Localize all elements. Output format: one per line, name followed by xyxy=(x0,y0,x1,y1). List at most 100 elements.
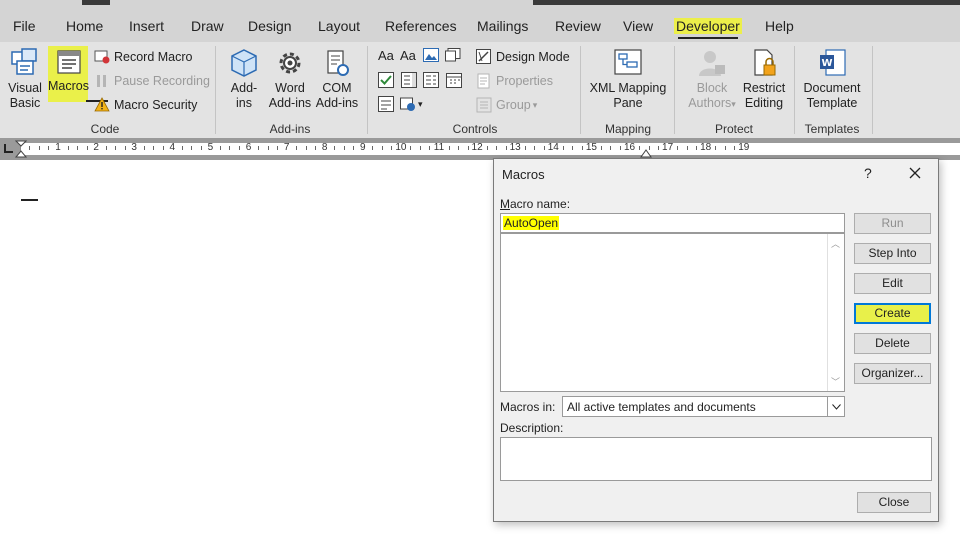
macros-in-label: Macros in: xyxy=(500,400,556,414)
xml-mapping-label: XML Mapping Pane xyxy=(589,81,667,110)
ribbon-developer: Visual Basic Macros Record Macro Pause R… xyxy=(0,42,960,138)
date-picker-button[interactable] xyxy=(446,72,462,88)
lock-icon xyxy=(754,49,776,76)
tab-mailings[interactable]: Mailings xyxy=(475,18,530,34)
macros-button[interactable]: Macros xyxy=(48,46,89,102)
rich-text-control-button[interactable]: Aa xyxy=(378,48,394,63)
restrict-editing-button[interactable]: Restrict Editing xyxy=(741,48,787,111)
tab-layout[interactable]: Layout xyxy=(316,18,362,34)
step-into-button[interactable]: Step Into xyxy=(854,243,931,264)
block-authors-label: Block Authors▾ xyxy=(688,81,736,110)
run-button[interactable]: Run xyxy=(854,213,931,234)
horizontal-ruler[interactable]: 1 2 3 4 5 6 7 8 9 10 11 12 13 14 15 16 17 18 19 xyxy=(0,138,960,160)
legacy-tools-button[interactable]: ▾ xyxy=(400,96,423,112)
edit-button[interactable]: Edit xyxy=(854,273,931,294)
legacy-tools-icon xyxy=(400,97,415,111)
ruler-tick xyxy=(38,146,40,150)
ruler-tick xyxy=(381,146,383,150)
ruler-tick xyxy=(343,146,345,150)
chevron-down-icon: ▾ xyxy=(418,98,423,109)
ruler-number: 11 xyxy=(433,142,445,153)
create-button[interactable]: Create xyxy=(854,303,931,324)
macro-name-accel: M xyxy=(500,197,510,211)
ruler-number: 15 xyxy=(585,142,597,153)
xml-mapping-pane-button[interactable]: XML Mapping Pane xyxy=(586,48,670,111)
chevron-down-icon[interactable] xyxy=(827,397,844,416)
ruler-number: 18 xyxy=(700,142,712,153)
ruler-tick xyxy=(639,146,641,150)
record-macro-button[interactable]: Record Macro xyxy=(94,49,193,65)
dropdown-list-icon xyxy=(423,72,439,88)
properties-button[interactable]: Properties xyxy=(476,73,553,89)
ruler-tick xyxy=(734,146,736,150)
tab-draw[interactable]: Draw xyxy=(189,18,226,34)
ruler-tick xyxy=(448,146,450,150)
tab-help[interactable]: Help xyxy=(763,18,796,34)
group-separator xyxy=(794,46,795,134)
record-macro-icon xyxy=(94,50,110,64)
scroll-up-icon[interactable]: ︿ xyxy=(831,237,840,250)
group-label-code: Code xyxy=(90,122,120,136)
ruler-tick xyxy=(238,146,240,150)
design-mode-icon xyxy=(476,49,491,64)
repeating-section-button[interactable] xyxy=(378,96,394,112)
scroll-down-icon[interactable]: ﹀ xyxy=(831,375,840,388)
word-addins-button[interactable]: Word Add-ins xyxy=(266,48,314,111)
dropdown-list-button[interactable] xyxy=(423,72,439,88)
pause-recording-button[interactable]: Pause Recording xyxy=(94,73,210,89)
document-template-button[interactable]: W Document Template xyxy=(800,48,864,111)
plain-text-control-button[interactable]: Aa xyxy=(400,48,416,63)
delete-button[interactable]: Delete xyxy=(854,333,931,354)
checkbox-control-button[interactable] xyxy=(378,72,394,88)
tab-stop-selector-icon[interactable] xyxy=(4,144,13,153)
visual-basic-label: Visual Basic xyxy=(8,81,42,110)
ribbon-tabs: File Home Insert Draw Design Layout Refe… xyxy=(0,10,960,42)
text-cursor xyxy=(21,199,38,201)
xml-mapping-icon xyxy=(614,49,642,75)
picture-control-button[interactable] xyxy=(423,48,439,62)
tab-design[interactable]: Design xyxy=(246,18,294,34)
tab-references[interactable]: References xyxy=(383,18,459,34)
com-addins-label: COM Add-ins xyxy=(315,81,359,110)
organizer-button[interactable]: Organizer... xyxy=(854,363,931,384)
visual-basic-button[interactable]: Visual Basic xyxy=(4,46,46,111)
group-separator xyxy=(367,46,368,134)
addins-label: Add- ins xyxy=(230,81,258,110)
tab-file[interactable]: File xyxy=(11,18,38,34)
pause-icon xyxy=(97,75,106,87)
combo-box-button[interactable] xyxy=(401,72,417,88)
block-authors-button[interactable]: Block Authors▾ xyxy=(683,48,741,112)
group-button[interactable]: Group ▾ xyxy=(476,97,537,113)
checkbox-icon xyxy=(378,72,394,88)
ruler-tick xyxy=(305,146,307,150)
macro-security-button[interactable]: Macro Security xyxy=(94,97,197,113)
building-block-button[interactable] xyxy=(445,48,461,62)
properties-icon xyxy=(477,73,490,89)
macro-list[interactable]: ︿ ﹀ xyxy=(500,233,845,392)
ruler-number: 9 xyxy=(360,142,366,153)
close-icon[interactable] xyxy=(906,164,924,182)
properties-label: Properties xyxy=(496,74,553,88)
ruler-tick xyxy=(162,146,164,150)
tab-developer[interactable]: Developer xyxy=(674,18,742,39)
tab-home[interactable]: Home xyxy=(64,18,105,34)
indent-marker-icon[interactable] xyxy=(15,140,27,158)
addins-button[interactable]: Add- ins xyxy=(224,48,264,111)
com-addins-button[interactable]: COM Add-ins xyxy=(314,48,360,111)
close-button[interactable]: Close xyxy=(857,492,931,513)
ruler-tick xyxy=(467,146,469,150)
macros-in-select[interactable]: All active templates and documents xyxy=(562,396,845,417)
ruler-tick xyxy=(200,146,202,150)
tab-insert[interactable]: Insert xyxy=(127,18,166,34)
macro-name-input[interactable]: AutoOpen xyxy=(500,213,845,233)
group-separator xyxy=(215,46,216,134)
group-label-controls: Controls xyxy=(452,122,498,136)
design-mode-button[interactable]: Design Mode xyxy=(476,49,570,65)
macro-list-scrollbar[interactable]: ︿ ﹀ xyxy=(827,234,844,391)
ruler-tick xyxy=(543,146,545,150)
title-search-box[interactable] xyxy=(533,0,960,5)
help-icon[interactable]: ? xyxy=(864,165,872,181)
tab-review[interactable]: Review xyxy=(553,18,603,34)
right-indent-marker-icon[interactable] xyxy=(640,148,652,158)
tab-view[interactable]: View xyxy=(621,18,655,34)
